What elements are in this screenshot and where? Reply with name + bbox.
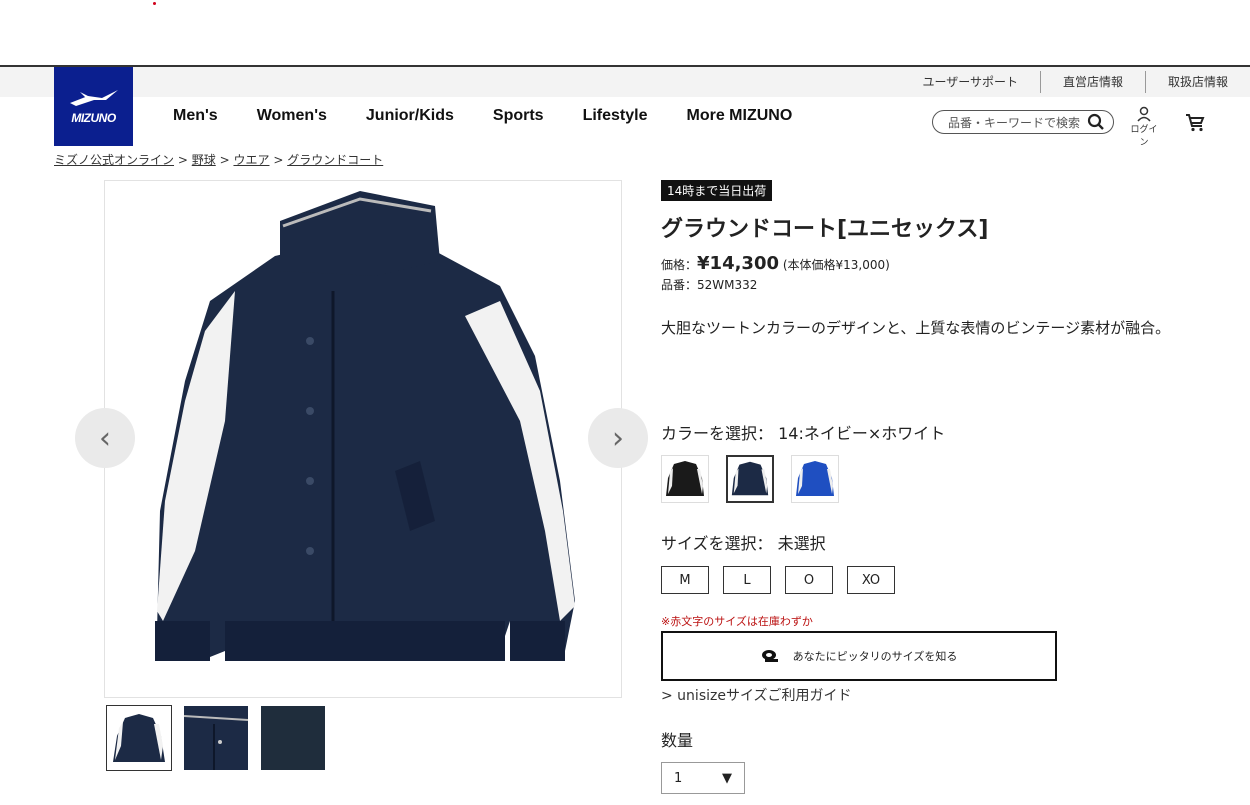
link-direct-stores[interactable]: 直営店情報: [1039, 71, 1145, 93]
size-value: 未選択: [777, 534, 826, 553]
size-select-label: サイズを選択： 未選択: [661, 530, 826, 554]
sku-value: 52WM332: [697, 278, 758, 292]
quantity-select[interactable]: 1 ▼: [661, 762, 745, 794]
product-title: グラウンドコート[ユニセックス]: [661, 217, 989, 242]
unisize-guide-link[interactable]: > unisizeサイズご利用ガイド: [661, 685, 852, 705]
sku-label: 品番：: [661, 278, 698, 292]
size-stock-note: ※赤文字のサイズは在庫わずか: [661, 615, 813, 628]
user-icon: [1137, 106, 1151, 122]
thumbnail-collar[interactable]: [183, 705, 249, 771]
login-label: ログイン: [1130, 125, 1158, 148]
jacket-front-thumbnail: [107, 706, 171, 770]
color-label: カラーを選択：: [661, 424, 774, 443]
red-dot: [153, 2, 156, 5]
nav-lifestyle[interactable]: Lifestyle: [583, 107, 648, 125]
breadcrumb-separator: >: [219, 153, 230, 167]
size-option-l[interactable]: L: [723, 566, 771, 594]
thumbnail-fabric[interactable]: [260, 705, 326, 771]
breadcrumb-current[interactable]: グラウンドコート: [287, 153, 383, 167]
search-box[interactable]: 品番・キーワードで検索: [932, 110, 1114, 134]
login-button[interactable]: ログイン: [1127, 106, 1161, 148]
size-options: M L O XO: [661, 566, 909, 594]
nav-more-mizuno[interactable]: More MIZUNO: [687, 107, 793, 125]
quantity-label: 数量: [661, 731, 694, 750]
runbird-logo-icon: [69, 89, 118, 106]
nav-junior-kids[interactable]: Junior/Kids: [366, 107, 454, 125]
sku-row: 品番：52WM332: [661, 276, 1181, 293]
color-value: 14:ネイビー×ホワイト: [778, 424, 946, 443]
price-note: (本体価格¥13,000): [782, 258, 890, 272]
gallery-prev-button[interactable]: ‹: [75, 408, 135, 468]
breadcrumb-baseball[interactable]: 野球: [192, 153, 216, 167]
nav-sports[interactable]: Sports: [493, 107, 544, 125]
thumbnail-front[interactable]: [106, 705, 172, 771]
link-retailers[interactable]: 取扱店情報: [1144, 71, 1250, 93]
price-value: ¥14,300: [697, 253, 779, 274]
black-jacket-swatch: [662, 456, 708, 502]
breadcrumb: ミズノ公式オンライン > 野球 > ウエア > グラウンドコート: [54, 151, 383, 168]
size-option-xo[interactable]: XO: [847, 566, 895, 594]
site-header: ユーザーサポート 直営店情報 取扱店情報 MIZUNO Men's Women'…: [0, 65, 1250, 148]
search-icon[interactable]: [1087, 113, 1105, 131]
same-day-shipping-badge: 14時まで当日出荷: [661, 180, 773, 201]
thumbnail-strip: [106, 705, 337, 771]
tape-measure-icon: [761, 650, 778, 662]
breadcrumb-separator: >: [177, 153, 188, 167]
size-fit-label: あなたにピッタリのサイズを知る: [792, 650, 958, 663]
size-fit-button[interactable]: あなたにピッタリのサイズを知る: [661, 631, 1057, 681]
caret-down-icon: ▼: [722, 770, 732, 786]
blue-jacket-swatch: [792, 456, 838, 502]
color-select-label: カラーを選択： 14:ネイビー×ホワイト: [661, 420, 945, 444]
cart-icon[interactable]: [1184, 111, 1206, 133]
collar-detail-thumbnail: [184, 706, 248, 770]
logo-wordmark: MIZUNO: [71, 110, 116, 125]
product-info: 14時まで当日出荷 グラウンドコート[ユニセックス] 価格：¥14,300 (本…: [661, 180, 1181, 794]
mizuno-logo[interactable]: MIZUNO: [54, 67, 133, 146]
product-main-image: [104, 180, 622, 698]
price-label: 価格：: [661, 258, 698, 272]
gallery-next-button[interactable]: ›: [588, 408, 648, 468]
jacket-image: [155, 191, 575, 661]
link-user-support[interactable]: ユーザーサポート: [900, 71, 1040, 93]
size-option-o[interactable]: O: [785, 566, 833, 594]
breadcrumb-home[interactable]: ミズノ公式オンライン: [54, 153, 174, 167]
chevron-right-icon: ›: [612, 420, 624, 456]
size-option-m[interactable]: M: [661, 566, 709, 594]
fabric-detail-thumbnail: [261, 706, 325, 770]
quantity-value: 1: [674, 770, 683, 786]
search-input[interactable]: 品番・キーワードで検索: [948, 114, 1087, 131]
breadcrumb-separator: >: [273, 153, 284, 167]
utility-bar: ユーザーサポート 直営店情報 取扱店情報: [0, 67, 1250, 97]
navy-jacket-swatch: [728, 457, 772, 501]
size-label: サイズを選択：: [661, 534, 773, 553]
chevron-left-icon: ‹: [99, 420, 111, 456]
breadcrumb-wear[interactable]: ウエア: [233, 153, 269, 167]
price-row: 価格：¥14,300 (本体価格¥13,000): [661, 253, 1181, 274]
nav-mens[interactable]: Men's: [173, 107, 218, 125]
nav-womens[interactable]: Women's: [257, 107, 327, 125]
color-swatch-black[interactable]: [661, 455, 709, 503]
main-nav: Men's Women's Junior/Kids Sports Lifesty…: [173, 107, 831, 125]
color-swatch-blue[interactable]: [791, 455, 839, 503]
color-swatches: [661, 455, 856, 503]
product-description: 大胆なツートンカラーのデザインと、上質な表情のビンテージ素材が融合。: [661, 319, 1171, 337]
color-swatch-navy-white[interactable]: [726, 455, 774, 503]
